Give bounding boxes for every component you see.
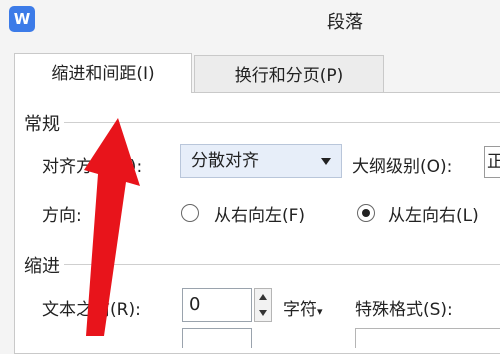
section-general-label: 常规 xyxy=(24,114,60,135)
indent-unit-dropdown[interactable]: 字符▾ xyxy=(283,295,323,320)
outline-level-value: 正 xyxy=(487,152,500,172)
dialog-title: 段落 xyxy=(327,12,363,33)
section-indent-divider xyxy=(64,264,500,265)
stepper-up-icon[interactable] xyxy=(259,294,267,300)
alignment-label: 对齐方式(G): xyxy=(42,157,143,177)
before-text-label: 文本之前(R): xyxy=(42,300,141,320)
alignment-select[interactable]: 分散对齐 xyxy=(180,144,342,178)
stepper-down-icon[interactable] xyxy=(259,310,267,316)
alignment-select-value: 分散对齐 xyxy=(191,151,259,171)
special-format-label: 特殊格式(S): xyxy=(355,300,453,320)
special-format-select[interactable] xyxy=(355,328,500,348)
chevron-down-icon xyxy=(321,158,331,165)
direction-ltr-label[interactable]: 从左向右(L) xyxy=(388,201,479,226)
direction-rtl-label[interactable]: 从右向左(F) xyxy=(214,201,305,226)
direction-label: 方向: xyxy=(42,206,82,226)
tab-line-page-breaks[interactable]: 换行和分页(P) xyxy=(194,55,384,93)
after-text-input[interactable] xyxy=(182,328,252,348)
unit-caret-icon: ▾ xyxy=(317,305,323,318)
before-text-input[interactable]: 0 xyxy=(182,288,252,322)
radio-left-to-right[interactable] xyxy=(357,204,375,222)
radio-right-to-left[interactable] xyxy=(181,204,199,222)
section-general-divider xyxy=(64,122,500,123)
before-text-stepper[interactable] xyxy=(254,288,272,322)
tab-indent-spacing[interactable]: 缩进和间距(I) xyxy=(14,53,192,93)
title-bar: W 段落 xyxy=(0,0,500,42)
indent-unit-label: 字符 xyxy=(283,300,317,320)
section-indent-label: 缩进 xyxy=(24,256,60,277)
outline-level-select[interactable]: 正 xyxy=(484,146,500,178)
outline-level-label: 大纲级别(O): xyxy=(352,157,453,177)
